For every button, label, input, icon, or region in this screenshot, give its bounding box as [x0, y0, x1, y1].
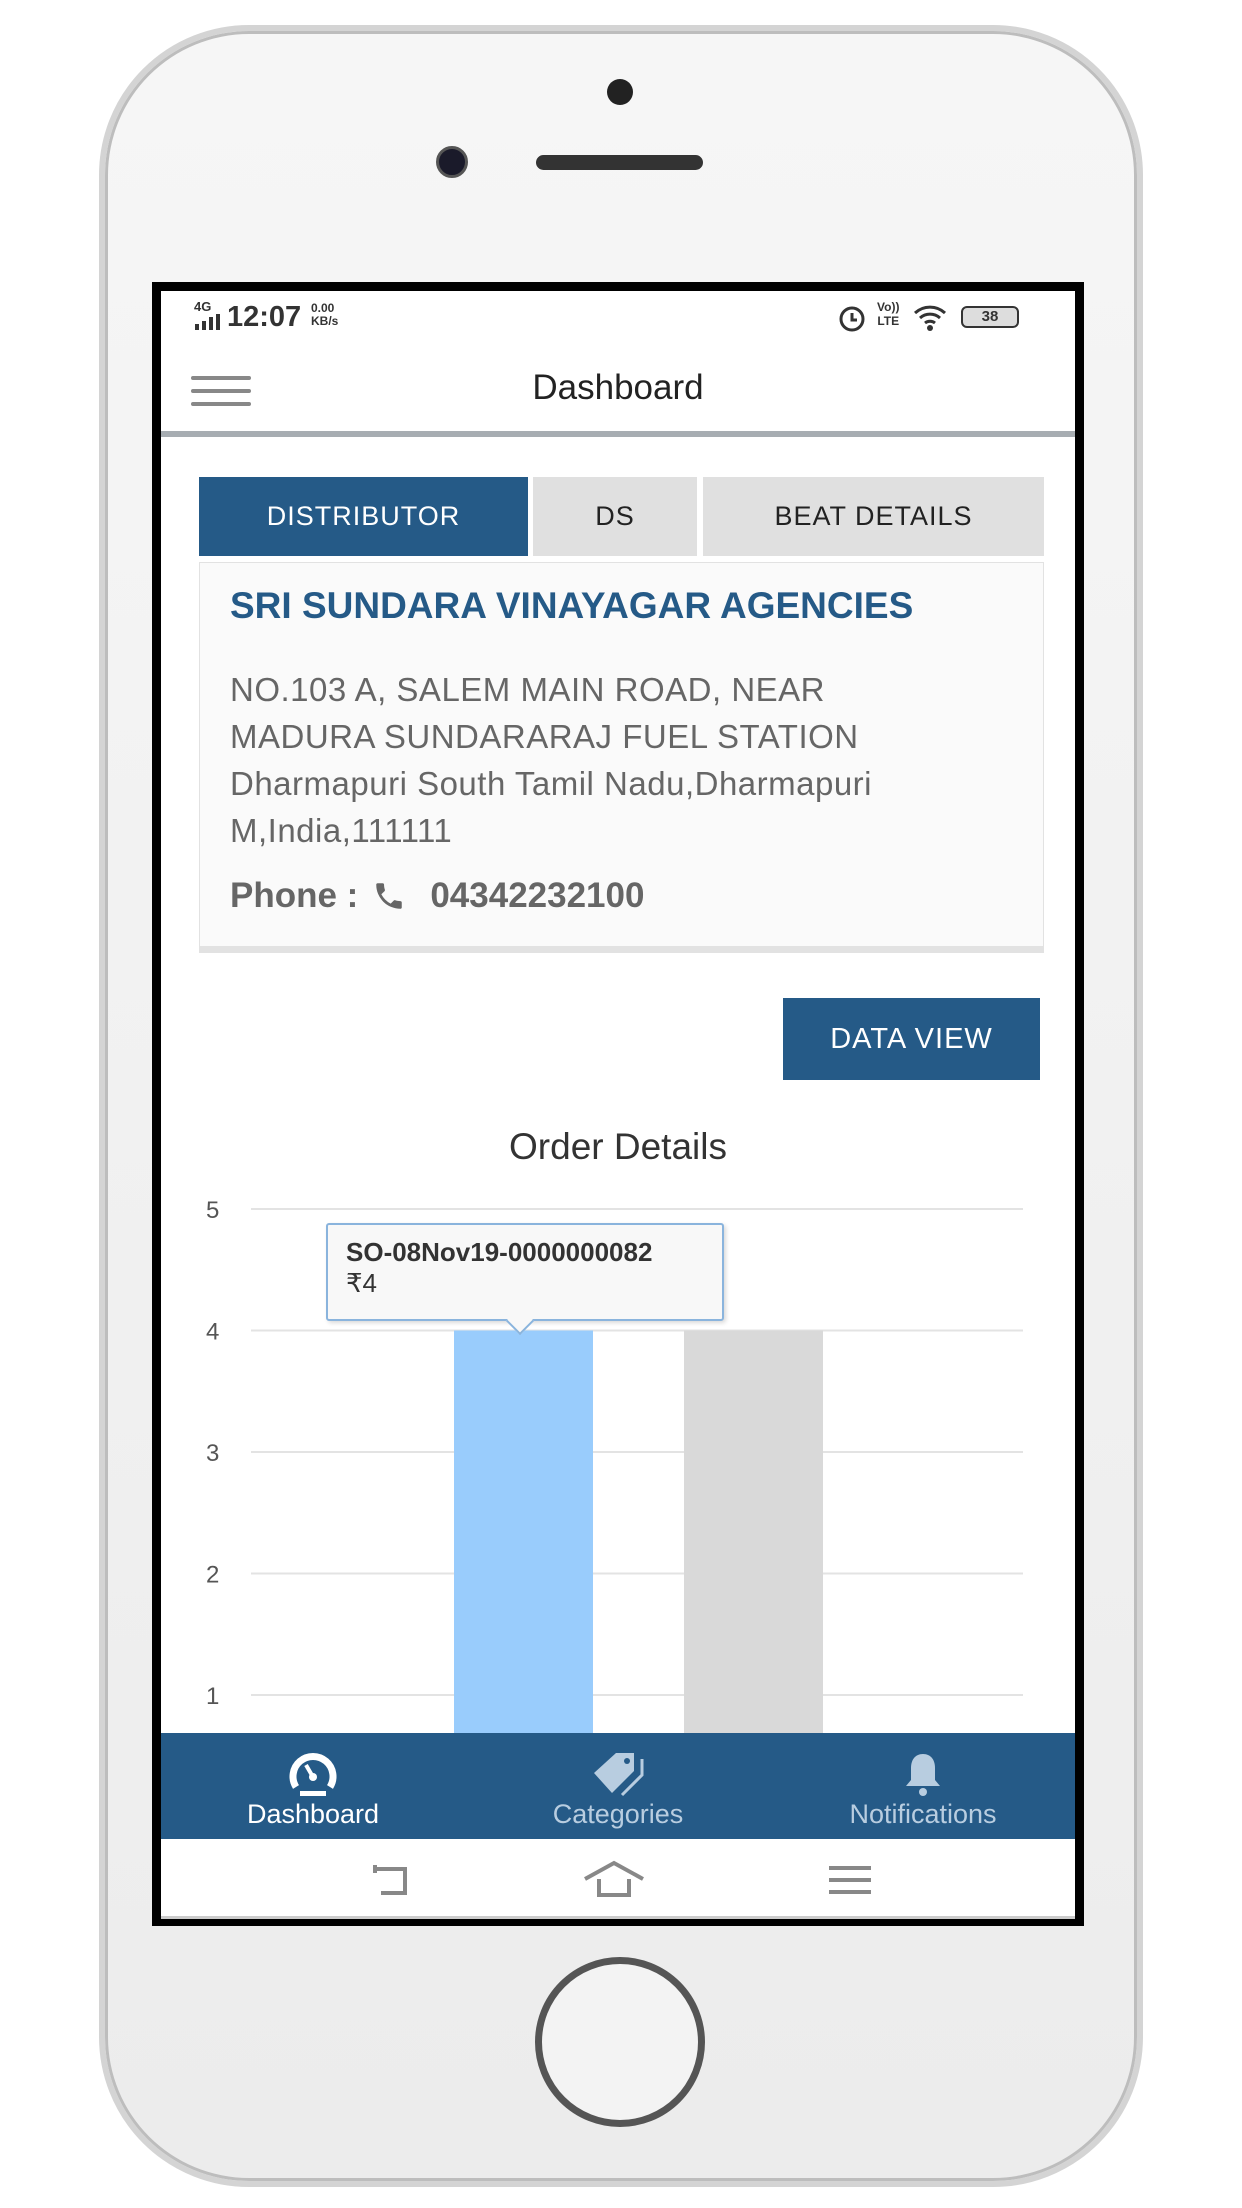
volte-label: Vo))	[877, 300, 900, 314]
nav-label: Categories	[552, 1799, 684, 1829]
alarm-icon	[839, 306, 865, 332]
battery-icon: 38	[961, 306, 1019, 328]
bar[interactable]	[684, 1330, 823, 1734]
tab-beat-details[interactable]: BEAT DETAILS	[703, 477, 1044, 556]
speedometer-icon	[289, 1753, 337, 1796]
address-line: MADURA SUNDARARAJ FUEL STATION	[230, 718, 859, 755]
nav-notifications[interactable]: Notifications	[771, 1733, 1075, 1839]
nav-label: Dashboard	[246, 1799, 380, 1829]
phone-icon[interactable]	[372, 879, 406, 913]
bottom-navigation: Dashboard Categories Notifications	[161, 1733, 1075, 1839]
recents-menu-icon[interactable]	[827, 1865, 873, 1895]
chart-title: Order Details	[509, 1126, 727, 1167]
system-navigation-bar	[161, 1839, 1075, 1919]
tab-distributor[interactable]: DISTRIBUTOR	[199, 477, 528, 556]
back-icon[interactable]	[367, 1863, 417, 1899]
earpiece-sensor	[607, 79, 633, 105]
distributor-address: NO.103 A, SALEM MAIN ROAD, NEAR MADURA S…	[230, 666, 1030, 854]
nav-label: Notifications	[849, 1799, 997, 1829]
phone-row: Phone : 04342232100	[230, 876, 644, 916]
signal-icon	[195, 314, 220, 330]
tooltip-value: ₹4	[346, 1268, 378, 1298]
net-speed: 0.00 KB/s	[311, 302, 338, 328]
chart-tooltip: SO-08Nov19-0000000082 ₹4	[326, 1223, 724, 1321]
tags-icon	[594, 1753, 644, 1797]
tooltip-order-id: SO-08Nov19-0000000082	[346, 1237, 653, 1267]
page-title: Dashboard	[532, 368, 704, 407]
status-bar: 4G 12:07 0.00 KB/s Vo)) LTE 38	[161, 291, 1075, 346]
speaker-grille	[536, 155, 703, 170]
app-screen: 4G 12:07 0.00 KB/s Vo)) LTE 38 Dashboard D…	[161, 291, 1075, 1919]
distributor-card: SRI SUNDARA VINAYAGAR AGENCIES NO.103 A,…	[199, 562, 1044, 953]
y-tick-label: 1	[206, 1683, 219, 1710]
bell-icon	[906, 1754, 940, 1796]
phone-label: Phone :	[230, 876, 359, 915]
address-line: M,India,111111	[230, 812, 453, 849]
wifi-icon	[913, 305, 947, 331]
home-icon[interactable]	[581, 1859, 647, 1899]
home-button[interactable]	[535, 1957, 705, 2127]
distributor-name: SRI SUNDARA VINAYAGAR AGENCIES	[230, 585, 914, 626]
y-tick-label: 3	[206, 1440, 219, 1467]
address-line: Dharmapuri South Tamil Nadu,Dharmapuri	[230, 765, 873, 802]
front-camera	[436, 146, 468, 178]
speed-unit: KB/s	[311, 314, 339, 328]
tab-ds[interactable]: DS	[533, 477, 697, 556]
app-bar: Dashboard	[161, 346, 1075, 437]
nav-categories[interactable]: Categories	[466, 1733, 770, 1839]
data-view-button[interactable]: DATA VIEW	[783, 998, 1040, 1080]
y-tick-label: 5	[206, 1197, 219, 1224]
address-line: NO.103 A, SALEM MAIN ROAD, NEAR	[230, 671, 825, 708]
y-tick-label: 4	[206, 1319, 219, 1346]
speed-value: 0.00	[311, 301, 335, 315]
bar[interactable]	[454, 1330, 593, 1734]
network-type: 4G	[194, 299, 212, 314]
battery-level: 38	[981, 308, 999, 325]
nav-dashboard[interactable]: Dashboard	[161, 1733, 465, 1839]
tab-bar: DISTRIBUTOR DS BEAT DETAILS	[199, 477, 1044, 556]
lte-label: LTE	[877, 314, 900, 328]
clock: 12:07	[227, 301, 302, 333]
y-tick-label: 2	[206, 1562, 219, 1589]
volte-indicator: Vo)) LTE	[877, 300, 899, 328]
phone-number[interactable]: 04342232100	[430, 876, 644, 916]
